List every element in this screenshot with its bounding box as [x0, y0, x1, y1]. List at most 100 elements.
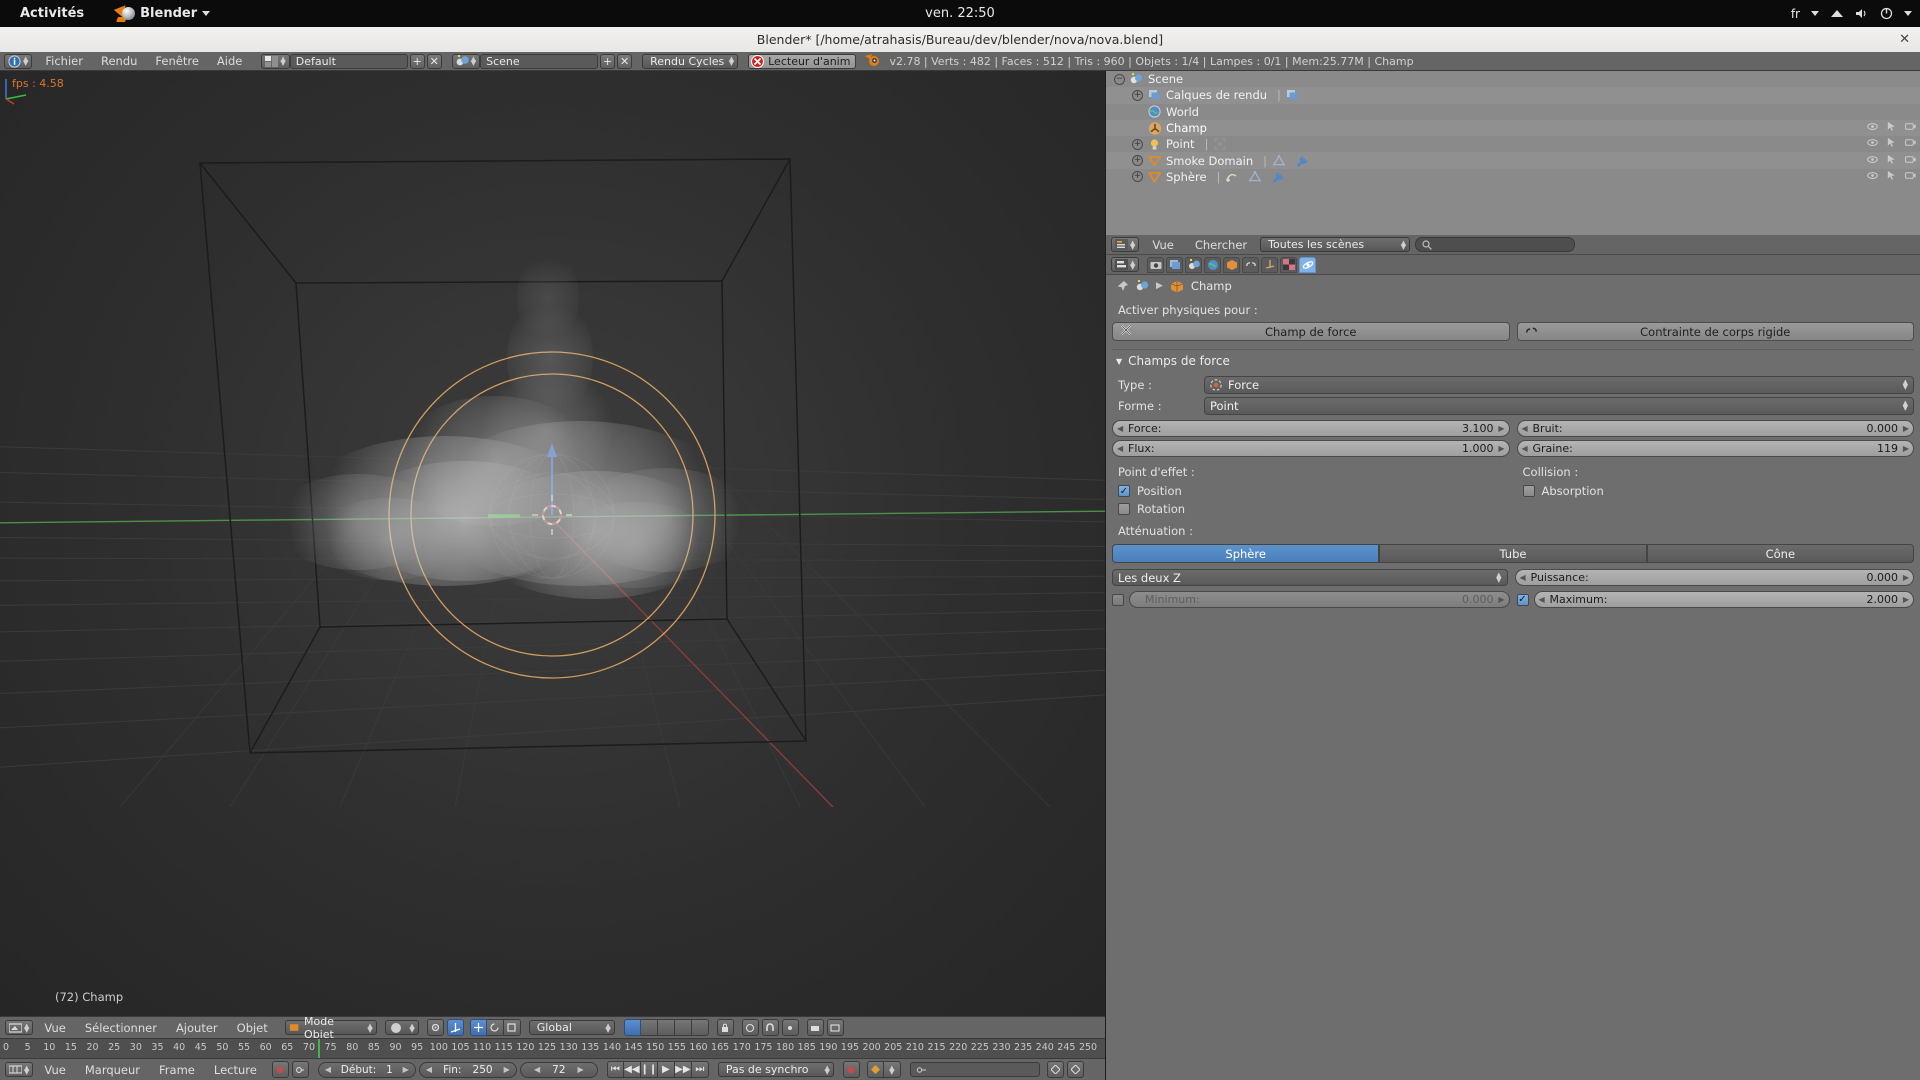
outliner-row-point[interactable]: + Point | [1106, 136, 1920, 152]
selectable-icon[interactable] [1212, 137, 1227, 151]
rigid-body-constraint-button[interactable]: Contrainte de corps rigide [1516, 322, 1914, 341]
jump-to-end-button[interactable]: ⏭ [691, 1061, 709, 1078]
timeline-menu-vue[interactable]: Vue [36, 1063, 73, 1077]
timeline-menu-lecture[interactable]: Lecture [206, 1063, 265, 1077]
previous-keyframe-button[interactable]: ◀◀ [623, 1061, 641, 1078]
seed-slider[interactable]: ◀ Graine: 119 ▶ [1516, 440, 1914, 457]
restrict-select-icon[interactable] [1886, 121, 1897, 135]
snap-toggle-button[interactable] [761, 1019, 779, 1036]
timeline-menu-marqueur[interactable]: Marqueur [77, 1063, 148, 1077]
delete-keyframe-button[interactable] [1066, 1061, 1084, 1078]
absorption-checkbox[interactable] [1522, 485, 1535, 497]
outliner-expander[interactable]: + [1132, 89, 1143, 101]
increment-icon[interactable]: ▶ [578, 1065, 584, 1074]
layer-button-3[interactable] [657, 1019, 675, 1036]
clock[interactable]: ven. 22:50 [925, 6, 995, 21]
max-distance-slider[interactable]: ◀ Maximum: 2.000 ▶ [1533, 591, 1914, 608]
tab-world[interactable] [1204, 256, 1222, 273]
falloff-tab-cone[interactable]: Cône [1646, 544, 1914, 563]
outliner-search-input[interactable] [1415, 237, 1576, 252]
tab-physics[interactable] [1299, 256, 1317, 273]
strength-slider[interactable]: ◀ Force: 3.100 ▶ [1112, 420, 1510, 437]
min-distance-checkbox[interactable] [1112, 593, 1124, 606]
viewport-menu-ajouter[interactable]: Ajouter [168, 1021, 226, 1035]
position-checkbox-row[interactable]: ✓ Position [1112, 484, 1510, 498]
restrict-select-icon[interactable] [1886, 170, 1897, 184]
physics-icon[interactable] [1224, 170, 1239, 184]
position-checkbox[interactable]: ✓ [1118, 485, 1130, 497]
restrict-render-icon[interactable] [1905, 154, 1916, 168]
delete-layout-button[interactable]: ✕ [426, 53, 442, 69]
falloff-tab-sphere[interactable]: Sphère [1112, 544, 1380, 563]
rotate-manipulator-button[interactable] [486, 1019, 504, 1036]
tab-texture[interactable] [1280, 256, 1298, 273]
delete-scene-button[interactable]: ✕ [617, 53, 633, 69]
menu-rendu[interactable]: Rendu [92, 54, 146, 68]
renderlayer-data-icon[interactable] [1285, 88, 1300, 102]
play-button[interactable]: ▶ [657, 1061, 675, 1078]
absorption-checkbox-row[interactable]: Absorption [1517, 484, 1915, 498]
next-keyframe-button[interactable]: ▶▶ [674, 1061, 692, 1078]
modifier-icon[interactable] [1294, 154, 1309, 168]
frame-end-field[interactable]: ◀ Fin: 250 ▶ [418, 1061, 517, 1078]
outliner-row-calques-de-rendu[interactable]: + Calques de rendu | [1106, 87, 1920, 104]
scene-icon-button[interactable]: ▲ ▼ [451, 53, 481, 69]
outliner-row-sphère[interactable]: + Sphère | [1106, 169, 1920, 185]
network-icon[interactable] [1830, 8, 1844, 20]
outliner-expander[interactable]: + [1132, 138, 1143, 150]
auto-keyframe-button[interactable] [271, 1061, 289, 1078]
falloff-tab-tube[interactable]: Tube [1379, 544, 1647, 563]
power-slider[interactable]: ◀ Puissance: 0.000 ▶ [1514, 569, 1914, 586]
editor-type-selector[interactable]: ▲ ▼ [4, 53, 33, 69]
screen-layout-field[interactable]: Default [289, 53, 408, 69]
layer-button-1[interactable] [623, 1019, 641, 1036]
tab-object[interactable] [1223, 256, 1241, 273]
mesh-data-icon[interactable] [1247, 170, 1262, 184]
restrict-select-icon[interactable] [1886, 137, 1897, 151]
viewport-shading-selector[interactable]: ▲ ▼ [384, 1020, 419, 1035]
timeline-ruler[interactable]: 0 5 10 15 20 25 30 35 40 45 50 55 60 65 70 75 80 85 90 95 10… [0, 1038, 1105, 1058]
tab-constraints[interactable] [1242, 256, 1260, 273]
restrict-select-icon[interactable] [1886, 154, 1897, 168]
mesh-data-icon[interactable] [1271, 154, 1286, 168]
tab-scene[interactable] [1185, 256, 1203, 273]
keyframe-color-button[interactable] [866, 1061, 884, 1078]
object-cube-icon[interactable] [1170, 280, 1184, 293]
add-scene-button[interactable]: + [600, 53, 616, 69]
render-engine-selector[interactable]: Rendu Cycles ▲ ▼ [642, 53, 739, 69]
screen-layout-icon-button[interactable]: ▲ ▼ [261, 53, 290, 69]
volume-icon[interactable] [1855, 7, 1869, 20]
max-distance-checkbox[interactable]: ✓ [1516, 593, 1529, 606]
decrement-icon[interactable]: ◀ [426, 1065, 432, 1074]
increment-icon[interactable]: ▶ [504, 1065, 510, 1074]
outliner-row-scene[interactable]: − Scene [1106, 71, 1920, 87]
add-layout-button[interactable]: + [409, 53, 425, 69]
insert-keyframe-button[interactable] [1046, 1061, 1064, 1078]
scale-manipulator-button[interactable] [503, 1019, 521, 1036]
outliner-menu-vue[interactable]: Vue [1144, 238, 1181, 252]
force-field-button[interactable]: Champ de force [1112, 322, 1510, 341]
menu-fichier[interactable]: Fichier [36, 54, 92, 68]
open-gl-render-button[interactable] [826, 1019, 844, 1036]
outliner-expander[interactable]: − [1114, 73, 1125, 85]
outliner-expander[interactable]: + [1132, 155, 1143, 167]
outliner-row-world[interactable]: World [1106, 104, 1920, 120]
manipulator-toggle[interactable] [446, 1019, 464, 1036]
scene-icon[interactable] [1136, 280, 1149, 292]
language-indicator[interactable]: fr [1791, 7, 1800, 21]
play-reverse-button[interactable]: ❙❙ [640, 1061, 658, 1078]
restrict-view-icon[interactable] [1867, 137, 1878, 151]
pivot-point-button[interactable] [426, 1019, 444, 1036]
editor-type-selector-properties[interactable]: ▲ ▼ [1111, 257, 1140, 272]
z-direction-dropdown[interactable]: Les deux Z ▲ ▼ [1112, 569, 1508, 586]
restrict-view-icon[interactable] [1867, 121, 1878, 135]
power-icon[interactable] [1880, 7, 1893, 20]
viewport-menu-vue[interactable]: Vue [36, 1021, 73, 1035]
pin-icon[interactable] [1116, 280, 1129, 293]
rotation-checkbox-row[interactable]: Rotation [1112, 502, 1513, 516]
editor-type-selector-timeline[interactable]: ▲ ▼ [5, 1062, 34, 1077]
tab-render-layers[interactable] [1166, 256, 1184, 273]
transform-orientation-selector[interactable]: Global ▲ ▼ [528, 1020, 615, 1035]
tab-render[interactable] [1147, 256, 1165, 273]
menu-fenetre[interactable]: Fenêtre [146, 54, 207, 68]
